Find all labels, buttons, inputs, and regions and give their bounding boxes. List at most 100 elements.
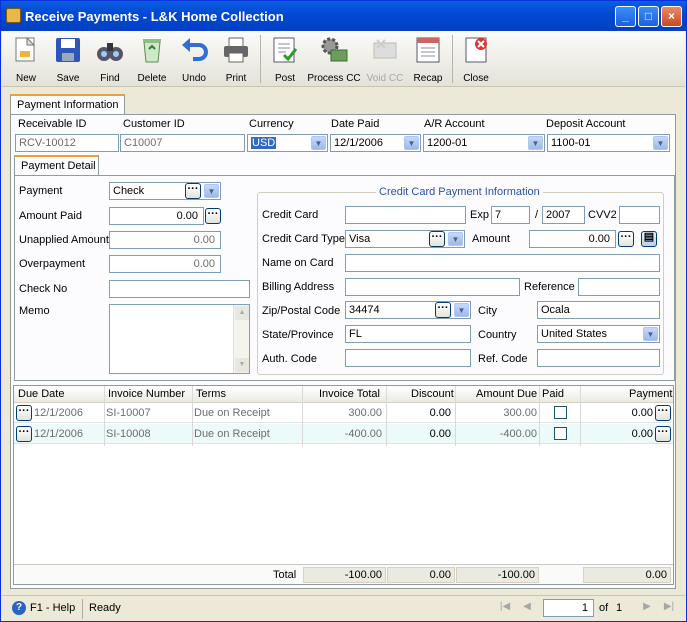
- zip-combo[interactable]: 34474 ··· ▼: [345, 301, 471, 319]
- unapplied-amount-field[interactable]: 0.00: [109, 231, 221, 249]
- recap-button[interactable]: Recap: [406, 33, 450, 85]
- table-row[interactable]: ··· 12/1/2006 SI-10007 Due on Receipt 30…: [14, 403, 673, 423]
- memo-textarea[interactable]: [109, 304, 250, 374]
- auth-code-field[interactable]: [345, 349, 471, 367]
- amount-paid-label: Amount Paid: [19, 210, 82, 222]
- auth-code-label: Auth. Code: [262, 353, 318, 365]
- customer-id-field[interactable]: C10007: [120, 134, 245, 152]
- scroll-up-icon[interactable]: ▲: [235, 306, 249, 320]
- title-bar[interactable]: Receive Payments - L&K Home Collection _…: [1, 1, 686, 31]
- help-icon[interactable]: ?: [12, 601, 26, 615]
- currency-combo[interactable]: USD ▼: [247, 134, 328, 152]
- cvv-field[interactable]: [619, 206, 660, 224]
- row-due-date: 12/1/2006: [34, 428, 83, 440]
- date-paid-picker[interactable]: 12/1/2006 ▼: [330, 134, 421, 152]
- process-cc-button[interactable]: Process CC: [307, 33, 361, 85]
- page-number-input[interactable]: 1: [543, 599, 594, 617]
- row-discount[interactable]: 0.00: [430, 407, 451, 419]
- card-type-value: Visa: [349, 233, 371, 245]
- chevron-down-icon[interactable]: ▼: [204, 184, 219, 198]
- payment-method-combo[interactable]: Check ··· ▼: [109, 182, 221, 200]
- column-payment[interactable]: Payment: [629, 388, 672, 400]
- reference-field[interactable]: [578, 278, 660, 296]
- post-button[interactable]: Post: [263, 33, 307, 85]
- column-invoice-total[interactable]: Invoice Total: [319, 388, 380, 400]
- window-title: Receive Payments - L&K Home Collection: [25, 9, 284, 24]
- state-field[interactable]: FL: [345, 325, 471, 343]
- next-page-icon[interactable]: ▶: [640, 601, 654, 615]
- chevron-down-icon[interactable]: ▼: [311, 136, 326, 150]
- chevron-down-icon[interactable]: ▼: [528, 136, 543, 150]
- zip-label: Zip/Postal Code: [262, 305, 341, 317]
- chevron-down-icon[interactable]: ▼: [454, 303, 469, 317]
- cc-amount-field[interactable]: 0.00: [529, 230, 616, 248]
- tab-payment-detail[interactable]: Payment Detail: [14, 155, 99, 175]
- column-due-date[interactable]: Due Date: [18, 388, 64, 400]
- city-label: City: [478, 305, 497, 317]
- overpayment-field[interactable]: 0.00: [109, 255, 221, 273]
- row-paid-checkbox[interactable]: [554, 427, 567, 440]
- row-discount[interactable]: 0.00: [430, 428, 451, 440]
- total-label: Total: [273, 569, 297, 581]
- check-no-field[interactable]: [109, 280, 250, 298]
- row-payment[interactable]: 0.00: [632, 407, 653, 419]
- column-amount-due[interactable]: Amount Due: [476, 388, 537, 400]
- amount-paid-field[interactable]: 0.00: [109, 207, 204, 225]
- column-invoice-number[interactable]: Invoice Number: [108, 388, 185, 400]
- currency-label: Currency: [249, 118, 294, 130]
- print-button[interactable]: Print: [214, 33, 258, 85]
- credit-card-field[interactable]: [345, 206, 466, 224]
- ellipsis-icon[interactable]: ···: [16, 426, 32, 442]
- column-divider: [386, 386, 387, 446]
- cc-amount-label: Amount: [472, 233, 510, 245]
- ar-account-value: 1200-01: [427, 137, 468, 149]
- column-paid[interactable]: Paid: [542, 388, 564, 400]
- card-type-combo[interactable]: Visa ··· ▼: [345, 230, 465, 248]
- scroll-down-icon[interactable]: ▼: [235, 358, 249, 372]
- row-payment[interactable]: 0.00: [632, 428, 653, 440]
- ellipsis-icon[interactable]: ···: [185, 183, 201, 199]
- billing-address-field[interactable]: [345, 278, 520, 296]
- chevron-down-icon[interactable]: ▼: [404, 136, 419, 150]
- first-page-icon[interactable]: |◀: [498, 601, 512, 615]
- close-button[interactable]: Close: [454, 33, 498, 85]
- ellipsis-icon[interactable]: ···: [435, 302, 451, 318]
- deposit-account-combo[interactable]: 1100-01 ▼: [547, 134, 670, 152]
- help-label[interactable]: F1 - Help: [30, 602, 75, 614]
- tab-payment-information[interactable]: Payment Information: [10, 94, 125, 114]
- memo-scrollbar[interactable]: ▲ ▼: [233, 305, 249, 373]
- date-paid-value: 12/1/2006: [334, 137, 383, 149]
- ellipsis-icon[interactable]: ···: [655, 426, 671, 442]
- chevron-down-icon[interactable]: ▼: [643, 327, 658, 341]
- ellipsis-icon[interactable]: ···: [655, 405, 671, 421]
- previous-page-icon[interactable]: ◀: [520, 601, 534, 615]
- ellipsis-icon[interactable]: ···: [205, 208, 221, 224]
- ellipsis-icon[interactable]: ···: [16, 405, 32, 421]
- name-on-card-field[interactable]: [345, 254, 660, 272]
- ref-code-field[interactable]: [537, 349, 660, 367]
- check-no-label: Check No: [19, 283, 68, 295]
- exp-month-field[interactable]: 7: [491, 206, 530, 224]
- ellipsis-icon[interactable]: ···: [618, 231, 634, 247]
- ellipsis-icon[interactable]: ···: [429, 231, 445, 247]
- calculator-icon[interactable]: ▤: [641, 231, 657, 247]
- chevron-down-icon[interactable]: ▼: [653, 136, 668, 150]
- receivable-id-field[interactable]: RCV-10012: [15, 134, 119, 152]
- chevron-down-icon[interactable]: ▼: [448, 232, 463, 246]
- deposit-account-value: 1100-01: [551, 137, 591, 149]
- ar-account-combo[interactable]: 1200-01 ▼: [423, 134, 545, 152]
- column-discount[interactable]: Discount: [411, 388, 454, 400]
- row-paid-checkbox[interactable]: [554, 406, 567, 419]
- table-row[interactable]: ··· 12/1/2006 SI-10008 Due on Receipt -4…: [14, 424, 673, 444]
- minimize-button[interactable]: _: [615, 6, 636, 27]
- exp-year-field[interactable]: 2007: [542, 206, 585, 224]
- last-page-icon[interactable]: ▶|: [662, 601, 676, 615]
- country-combo[interactable]: United States ▼: [537, 325, 660, 343]
- grid-footer-totals: Total -100.00 0.00 -100.00 0.00: [14, 564, 673, 584]
- receivable-id-label: Receivable ID: [18, 118, 87, 130]
- city-field[interactable]: Ocala: [537, 301, 660, 319]
- maximize-button[interactable]: □: [638, 6, 659, 27]
- column-terms[interactable]: Terms: [196, 388, 226, 400]
- close-window-button[interactable]: ×: [661, 6, 682, 27]
- date-paid-label: Date Paid: [331, 118, 380, 130]
